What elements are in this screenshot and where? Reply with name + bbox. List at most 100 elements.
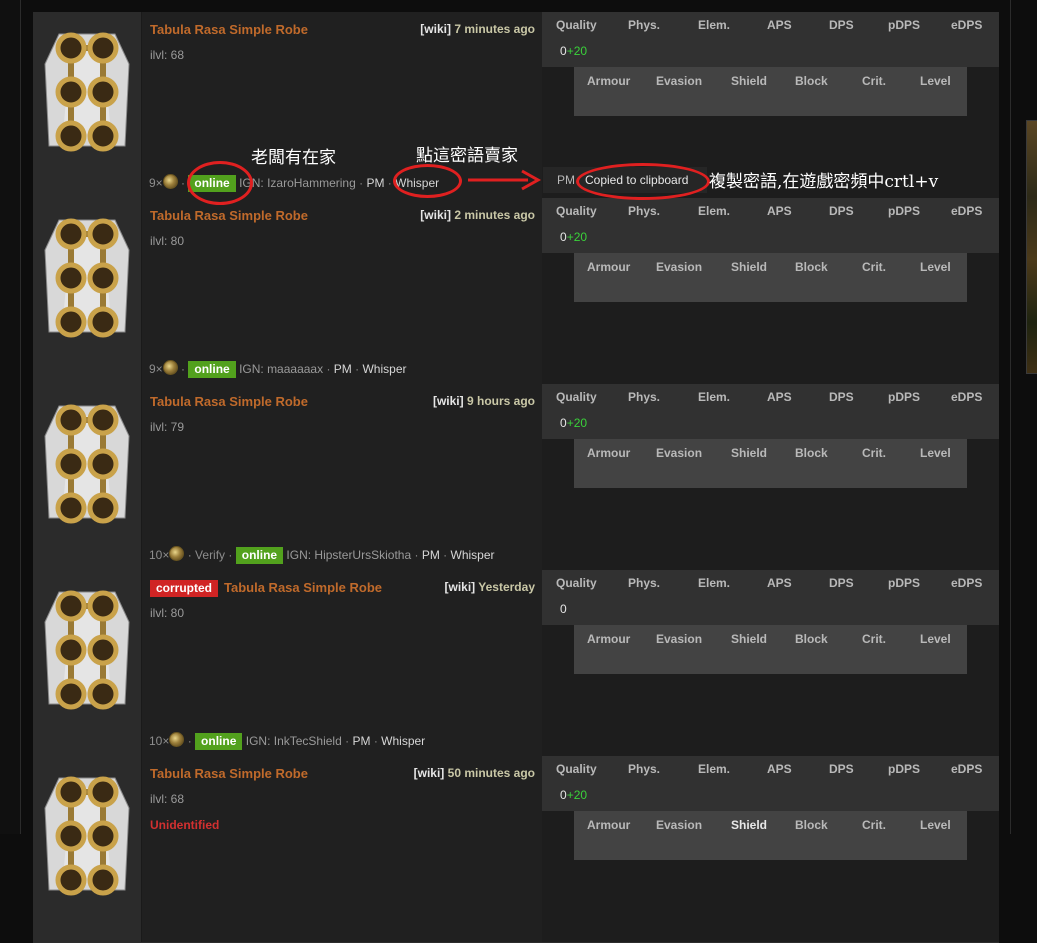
stat-header: DPS [829,18,854,32]
item-name[interactable]: Tabula Rasa Simple Robe [150,22,308,37]
stat-header: DPS [829,576,854,590]
defense-header-label: Block [795,74,828,88]
item-stats: Quality Phys. Elem. APS DPS pDPS eDPS 0 Armour Ev… [542,570,999,756]
item-stats: Quality Phys. Elem. APS DPS pDPS eDPS 0+20 Armou… [542,756,999,942]
item-title: Tabula Rasa Simple Robe [150,394,308,409]
item-image[interactable] [33,570,142,756]
time-ago: 9 hours ago [466,394,535,408]
listing-time: [wiki] 9 hours ago [433,394,535,408]
stats-header: Quality Phys. Elem. APS DPS pDPS eDPS 0+20 [542,384,999,439]
defense-header-label: Armour [587,818,631,832]
whisper-button[interactable]: Whisper [381,734,425,748]
wiki-link[interactable]: [wiki] [420,208,451,222]
stat-header: pDPS [888,18,921,32]
stat-header: Phys. [628,18,661,32]
separator: · [187,548,192,562]
item-image[interactable] [33,12,142,198]
stat-header: eDPS [951,762,983,776]
online-badge: online [235,547,284,564]
online-badge: online [195,733,243,750]
stat-header: Quality [556,18,597,32]
stat-header: Elem. [698,18,731,32]
time-ago: 7 minutes ago [454,22,535,36]
stats-header: Quality Phys. Elem. APS DPS pDPS eDPS 0+20 [542,12,999,67]
separator: · [181,176,186,190]
stat-header: DPS [829,390,854,404]
quality-bonus: +20 [566,416,588,430]
stat-header: Phys. [628,204,661,218]
stat-header: eDPS [951,390,983,404]
stat-header: DPS [829,762,854,776]
listing-time: [wiki] 50 minutes ago [414,766,535,780]
defense-header-label: Level [920,74,951,88]
defense-header-label: Crit. [862,446,886,460]
wiki-link[interactable]: [wiki] [420,22,451,36]
online-badge: online [188,361,236,378]
defense-header-label: Evasion [656,74,703,88]
frame-border-right [1010,0,1011,834]
item-image[interactable] [33,756,142,942]
item-image[interactable] [33,384,142,570]
seller-line: 9× · online IGN: maaaaaax · PM · Whisper [149,360,407,378]
pm-link[interactable]: PM [366,176,384,190]
defense-header: Armour Evasion Shield Block Crit. Level [574,253,967,302]
defense-header: Armour Evasion Shield Block Crit. Level [574,625,967,674]
separator: · [414,548,419,562]
item-name[interactable]: Tabula Rasa Simple Robe [150,766,308,781]
time-ago: Yesterday [478,580,535,594]
stats-header: Quality Phys. Elem. APS DPS pDPS eDPS 0+20 [542,198,999,253]
stat-header: eDPS [951,576,983,590]
whisper-button[interactable]: Whisper [451,548,495,562]
chaos-orb-icon [169,732,185,747]
item-name[interactable]: Tabula Rasa Simple Robe [150,208,308,223]
pm-link[interactable]: PM [422,548,440,562]
wiki-link[interactable]: [wiki] [444,580,475,594]
seller-ign: IGN: InkTecShield [245,734,342,748]
wiki-link[interactable]: [wiki] [414,766,445,780]
price-amount: 10× [149,548,170,562]
item-level: ilvl: 80 [150,234,185,248]
annotation-whisper-note: 點這密語賣家 [416,146,518,166]
quality-value: 0+20 [560,416,587,430]
item-image[interactable] [33,198,142,384]
stat-header: Phys. [628,576,661,590]
listing-row: Tabula Rasa Simple Robe [wiki] 2 minutes … [33,198,999,385]
stat-header: pDPS [888,576,921,590]
defense-header-label: Evasion [656,446,703,460]
defense-header-label: Level [920,632,951,646]
defense-header-label: Block [795,818,828,832]
item-title: Tabula Rasa Simple Robe [150,766,308,781]
stat-header: APS [767,390,792,404]
stat-header: eDPS [951,204,983,218]
defense-header-label: Armour [587,446,631,460]
listing-time: [wiki] 7 minutes ago [420,22,535,36]
defense-header-label: Shield [731,632,768,646]
time-ago: 2 minutes ago [454,208,535,222]
stat-header: Elem. [698,576,731,590]
stats-header: Quality Phys. Elem. APS DPS pDPS eDPS 0 [542,570,999,625]
whisper-button[interactable]: Whisper [362,362,406,376]
listing-info: Tabula Rasa Simple Robe [wiki] 9 hours ag… [142,384,542,570]
defense-header-label: Crit. [862,632,886,646]
item-name[interactable]: Tabula Rasa Simple Robe [224,580,382,595]
stat-header: pDPS [888,204,921,218]
wiki-link[interactable]: [wiki] [433,394,464,408]
separator: · [326,362,331,376]
seller-ign: IGN: maaaaaax [239,362,324,376]
defense-header-label: Block [795,260,828,274]
verify-link[interactable]: Verify · [195,548,232,562]
item-name[interactable]: Tabula Rasa Simple Robe [150,394,308,409]
defense-header-label: Shield [731,818,768,832]
pm-link[interactable]: PM [334,362,352,376]
stat-header: APS [767,18,792,32]
defense-header-label: Level [920,446,951,460]
defense-header-label: Shield [731,74,768,88]
separator: · [187,734,192,748]
tooltip-pm-label: PM [557,173,575,187]
listing-time: [wiki] 2 minutes ago [420,208,535,222]
price-amount: 9× [149,176,163,190]
defense-header-label: Armour [587,74,631,88]
pm-link[interactable]: PM [352,734,370,748]
listing-row: Tabula Rasa Simple Robe [wiki] 50 minutes… [33,756,999,943]
listing-time: [wiki] Yesterday [444,580,535,594]
